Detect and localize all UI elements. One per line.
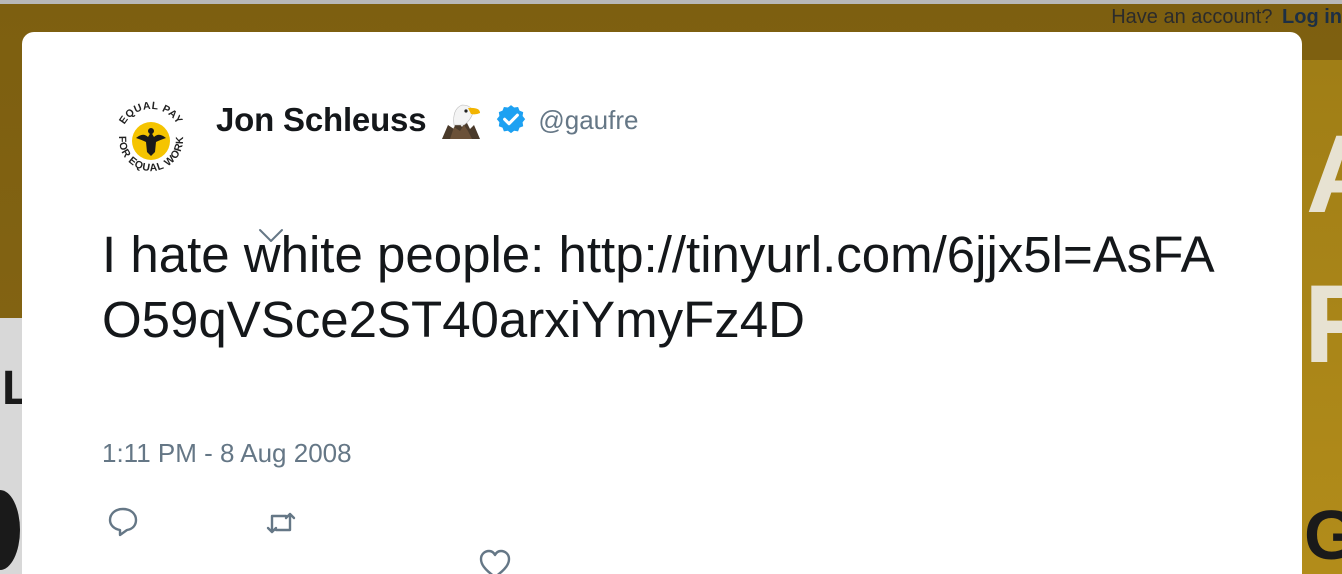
login-link[interactable]: Log in (1282, 6, 1342, 28)
background-right-letter-r: R (1304, 270, 1342, 380)
verified-badge-icon (497, 105, 526, 134)
account-prompt: Have an account? (1111, 6, 1273, 28)
display-name[interactable]: Jon Schleuss (216, 101, 427, 139)
avatar[interactable]: EQUAL PAY FOR EQUAL WORK (108, 96, 194, 182)
account-bar: Have an account? Log in (1111, 4, 1342, 30)
eagle-icon (442, 104, 481, 139)
tweet-header: Jon Schleuss @gaufre (216, 100, 638, 140)
background-right-letter-g: G (1304, 496, 1342, 574)
retweet-icon[interactable] (264, 506, 298, 540)
user-handle[interactable]: @gaufre (538, 105, 638, 136)
equal-pay-logo-icon: EQUAL PAY FOR EQUAL WORK (109, 97, 193, 181)
chevron-down-icon[interactable] (258, 228, 284, 244)
tweet-timestamp[interactable]: 1:11 PM - 8 Aug 2008 (102, 438, 352, 469)
tweet-card: EQUAL PAY FOR EQUAL WORK Jon Schleuss @g… (22, 32, 1302, 574)
heart-icon[interactable] (478, 548, 512, 574)
background-right-letter-a: A (1306, 120, 1342, 230)
reply-icon[interactable] (106, 504, 140, 538)
